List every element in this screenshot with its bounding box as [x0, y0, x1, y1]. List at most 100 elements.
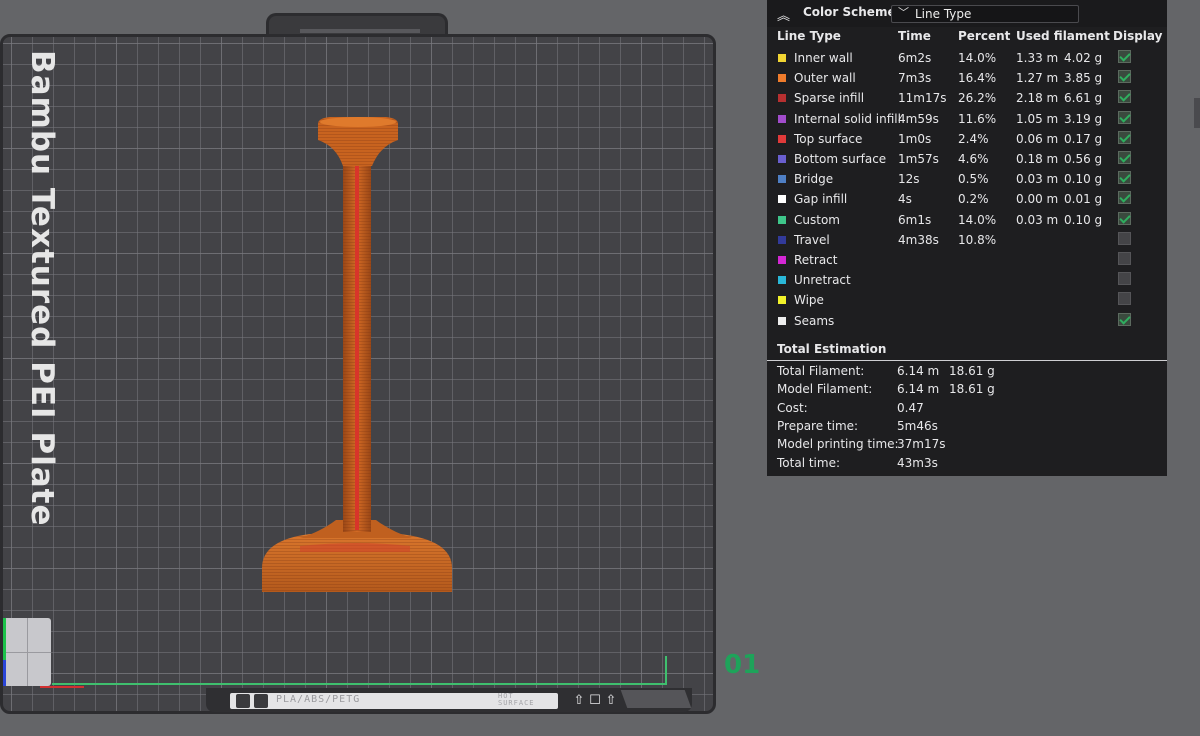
line-type-length: 1.05 m: [1016, 111, 1059, 126]
plate-download-icon[interactable]: ⇧: [604, 694, 618, 708]
plate-number[interactable]: 01: [724, 650, 760, 680]
display-checkbox[interactable]: [1118, 191, 1131, 205]
display-checkbox[interactable]: [1118, 50, 1131, 63]
estimation-row: Model Filament: 6.14 m 18.61 g: [767, 382, 1167, 400]
line-type-percent: 10.8%: [958, 232, 997, 247]
line-type-weight: 6.61 g: [1064, 91, 1103, 106]
estimation-value: 6.14 m: [897, 364, 940, 378]
line-type-name: Wipe: [794, 293, 824, 308]
estimation-row: Model printing time: 37m17s: [767, 437, 1167, 455]
color-scheme-dropdown[interactable]: ﹀ Line Type: [891, 5, 1079, 23]
estimation-label: Model Filament:: [777, 382, 873, 397]
line-type-time: 6m2s: [898, 51, 932, 65]
estimation-value: 43m3s: [897, 455, 938, 470]
color-swatch: [778, 235, 786, 244]
color-scheme-label: Color Scheme: [803, 5, 896, 19]
line-type-length: 1.27 m: [1016, 71, 1059, 86]
col-header-used-filament: Used filament: [1016, 29, 1110, 43]
total-estimation-title: Total Estimation: [777, 342, 887, 356]
line-type-length: 2.18 m: [1016, 91, 1059, 106]
line-type-percent: 14.0%: [958, 212, 997, 227]
line-type-row[interactable]: Wipe: [767, 290, 1167, 310]
display-checkbox[interactable]: [1118, 272, 1131, 286]
estimation-row: Total Filament: 6.14 m 18.61 g: [767, 364, 1167, 382]
line-type-time: 6m1s: [898, 212, 932, 227]
line-type-weight: 3.19 g: [1064, 111, 1103, 126]
estimation-value: 5m46s: [897, 418, 938, 433]
line-type-row[interactable]: Gap infill 4s 0.2% 0.00 m 0.01 g: [767, 189, 1167, 209]
line-type-row[interactable]: Retract: [767, 250, 1167, 270]
line-type-name: Inner wall: [794, 51, 853, 65]
chevron-down-icon: ﹀: [898, 6, 909, 19]
color-swatch: [778, 195, 786, 204]
line-type-row[interactable]: Travel 4m38s 10.8%: [767, 230, 1167, 250]
collapse-chevron-icon[interactable]: ︽: [777, 5, 790, 24]
line-type-row[interactable]: Outer wall 7m3s 16.4% 1.27 m 3.85 g: [767, 68, 1167, 88]
color-swatch: [778, 276, 786, 285]
display-checkbox[interactable]: [1118, 130, 1131, 144]
filament-types-label: PLA/ABS/PETG: [276, 694, 361, 705]
line-type-row[interactable]: Bridge 12s 0.5% 0.03 m 0.10 g: [767, 169, 1167, 189]
line-type-row[interactable]: Seams: [767, 311, 1167, 331]
display-checkbox[interactable]: [1118, 211, 1131, 225]
model-infill-line: [355, 150, 359, 530]
color-scheme-value: Line Type: [915, 7, 972, 21]
plate-surface-icon: [254, 694, 268, 708]
plate-square-icon[interactable]: ☐: [588, 694, 602, 708]
line-type-percent: 4.6%: [958, 152, 989, 166]
display-checkbox[interactable]: [1118, 312, 1131, 326]
line-type-row[interactable]: Sparse infill 11m17s 26.2% 2.18 m 6.61 g: [767, 88, 1167, 108]
line-type-percent: 14.0%: [958, 51, 997, 65]
color-swatch: [778, 175, 786, 184]
estimation-row: Total time: 43m3s: [767, 456, 1167, 474]
display-checkbox[interactable]: [1118, 70, 1131, 84]
estimation-label: Total Filament:: [777, 364, 865, 378]
line-type-name: Bridge: [794, 172, 834, 187]
line-type-row[interactable]: Custom 6m1s 14.0% 0.03 m 0.10 g: [767, 210, 1167, 230]
plate-corner-tab: [620, 690, 692, 708]
display-checkbox[interactable]: [1118, 90, 1131, 104]
line-type-weight: 0.56 g: [1064, 152, 1103, 166]
line-type-name: Custom: [794, 212, 840, 227]
line-type-row[interactable]: Unretract: [767, 270, 1167, 290]
display-checkbox[interactable]: [1118, 110, 1131, 124]
color-swatch: [778, 134, 786, 143]
estimation-row: Prepare time: 5m46s: [767, 419, 1167, 437]
line-type-time: 12s: [898, 172, 920, 187]
color-swatch: [778, 215, 786, 224]
color-swatch: [778, 94, 786, 103]
display-checkbox[interactable]: [1118, 231, 1131, 245]
plate-upload-icon[interactable]: ⇧: [572, 694, 586, 708]
color-swatch: [778, 114, 786, 123]
estimation-value: 37m17s: [897, 437, 946, 452]
line-type-name: Sparse infill: [794, 91, 865, 106]
sliced-model-preview[interactable]: [0, 0, 716, 736]
estimation-value: 0.47: [897, 400, 924, 415]
line-type-percent: 0.2%: [958, 192, 989, 207]
line-type-row[interactable]: Inner wall 6m2s 14.0% 1.33 m 4.02 g: [767, 48, 1167, 68]
line-type-name: Bottom surface: [794, 152, 887, 166]
plate-type-icon: [236, 694, 250, 708]
estimation-weight: 18.61 g: [949, 382, 995, 397]
line-type-length: 1.33 m: [1016, 51, 1059, 65]
line-type-time: 4m59s: [898, 111, 939, 126]
line-type-time: 1m57s: [898, 152, 939, 166]
line-type-name: Outer wall: [794, 71, 856, 86]
line-type-time: 4s: [898, 192, 912, 207]
line-type-row[interactable]: Internal solid infill 4m59s 11.6% 1.05 m…: [767, 109, 1167, 129]
side-panel-handle[interactable]: [1194, 98, 1200, 128]
display-checkbox[interactable]: [1118, 292, 1131, 306]
color-swatch: [778, 256, 786, 264]
display-checkbox[interactable]: [1118, 171, 1131, 185]
line-type-row[interactable]: Bottom surface 1m57s 4.6% 0.18 m 0.56 g: [767, 149, 1167, 169]
estimation-value: 6.14 m: [897, 382, 940, 397]
line-type-name: Retract: [794, 253, 838, 267]
line-type-weight: 3.85 g: [1064, 71, 1103, 86]
display-checkbox[interactable]: [1118, 252, 1131, 265]
line-type-length: 0.06 m: [1016, 131, 1059, 146]
estimation-label: Cost:: [777, 400, 808, 415]
col-header-line-type: Line Type: [777, 29, 841, 43]
line-type-row[interactable]: Top surface 1m0s 2.4% 0.06 m 0.17 g: [767, 129, 1167, 149]
display-checkbox[interactable]: [1118, 151, 1131, 164]
line-type-time: 1m0s: [898, 131, 932, 146]
